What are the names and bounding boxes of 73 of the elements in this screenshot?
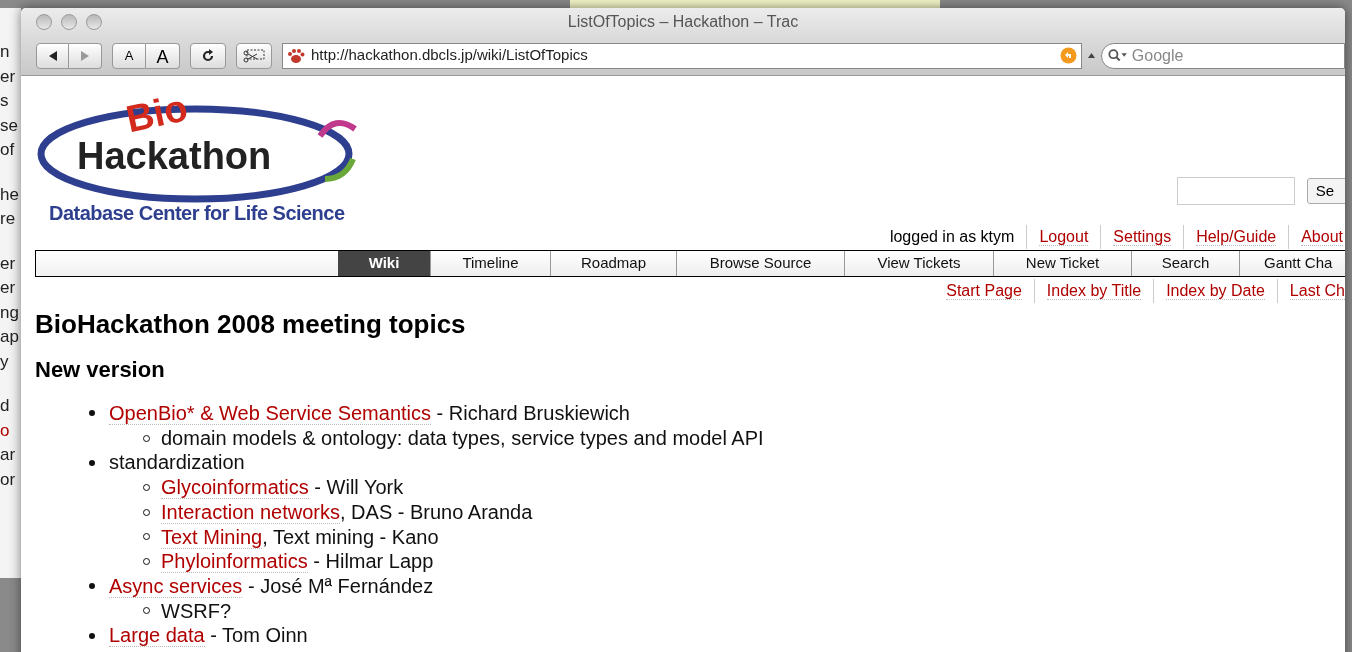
text-bigger-button[interactable]: A	[146, 42, 180, 69]
context-nav-link[interactable]: Start Page	[946, 282, 1022, 300]
topic-text: , Text mining - Kano	[262, 525, 439, 548]
bullet-icon	[89, 583, 95, 590]
background-text: he	[0, 183, 19, 206]
topic-text: - José Mª Fernández	[246, 574, 434, 597]
background-text: d	[0, 395, 10, 417]
topic-text: - Hilmar Lapp	[312, 550, 434, 573]
reload-button[interactable]	[190, 42, 226, 69]
page-title: BioHackathon 2008 meeting topics	[35, 308, 467, 341]
topic-text: domain models & ontology: data types, service types and model API	[161, 426, 764, 449]
topic-link[interactable]: Text Mining	[161, 525, 263, 549]
topic-link[interactable]: OpenBio* & Web Service Semantics	[109, 402, 431, 425]
metanav-link[interactable]: About	[1301, 227, 1343, 246]
background-text: of	[0, 139, 15, 161]
topic-link[interactable]: Phyloinformatics	[161, 550, 308, 574]
background-text: er	[0, 277, 16, 299]
scissors-icon	[243, 48, 265, 63]
window-control-button[interactable]	[61, 14, 77, 30]
reload-icon	[201, 48, 215, 63]
topic-text: WSRF?	[161, 599, 231, 622]
search-field[interactable]: Google	[1101, 42, 1345, 69]
bullet-icon	[89, 459, 95, 466]
background-text: ap	[0, 326, 19, 348]
topic-text: , DAS - Bruno Aranda	[340, 500, 533, 523]
caret-icon	[1088, 53, 1095, 58]
bullet-icon	[89, 410, 95, 417]
window-control-button[interactable]	[86, 14, 102, 30]
snip-button[interactable]	[236, 42, 272, 69]
background-text: y	[0, 350, 9, 373]
bullet-icon	[89, 632, 95, 639]
topic-text: - Richard Bruskiewich	[435, 402, 630, 424]
topic-link[interactable]: Large data	[109, 624, 205, 648]
background-text: n	[0, 41, 10, 63]
metanav-link[interactable]: Settings	[1113, 227, 1172, 246]
context-nav-link[interactable]: Index by Date	[1166, 282, 1265, 300]
background-text: re	[0, 208, 16, 230]
url-text: http://hackathon.dbcls.jp/wiki/ListOfTopics	[311, 45, 589, 66]
window-title: ListOfTopics – Hackathon – Trac	[567, 12, 799, 32]
snapback-icon[interactable]	[1060, 47, 1077, 64]
topic-text: standardization	[109, 451, 245, 474]
paw-icon	[287, 47, 305, 64]
background-text: er	[0, 252, 16, 275]
forward-icon	[80, 50, 90, 61]
topic-text: - Will York	[313, 476, 404, 499]
topic-link[interactable]: Glycoinformatics	[161, 476, 309, 500]
metanav-link[interactable]: Help/Guide	[1196, 227, 1277, 246]
section-heading: New version	[35, 356, 166, 384]
background-text: s	[0, 90, 9, 112]
text-smaller-button[interactable]: A	[112, 42, 146, 69]
search-field[interactable]	[1176, 177, 1295, 205]
context-nav-link[interactable]: Index by Title	[1046, 282, 1142, 300]
logo-subtitle-text: Database Center for Life Science	[49, 202, 345, 224]
login-status: logged in as ktym	[889, 227, 1015, 245]
background-text: er	[0, 65, 16, 88]
topic-link[interactable]: Async services	[109, 574, 243, 598]
nav-tab[interactable]: Wiki	[338, 251, 430, 276]
topic-text: - Tom Oinn	[209, 624, 308, 647]
background-text: ng	[0, 301, 19, 324]
metanav-link[interactable]: Logout	[1039, 227, 1089, 246]
background-text: or	[0, 468, 16, 491]
search-input[interactable]: Google	[1131, 43, 1344, 68]
topic-link[interactable]: Interaction networks	[161, 500, 340, 524]
back-button[interactable]	[36, 42, 69, 69]
background-text: ar	[0, 444, 16, 466]
background-text: se	[0, 114, 18, 137]
address-field[interactable]: http://hackathon.dbcls.jp/wiki/ListOfTopics	[282, 42, 1082, 69]
context-nav-link[interactable]: Last Ch	[1289, 282, 1345, 300]
back-icon	[47, 50, 58, 61]
search-button[interactable]: Se	[1306, 178, 1345, 204]
background-text: o	[0, 419, 10, 442]
search-icon	[1108, 48, 1128, 63]
window-control-button[interactable]	[36, 14, 52, 30]
